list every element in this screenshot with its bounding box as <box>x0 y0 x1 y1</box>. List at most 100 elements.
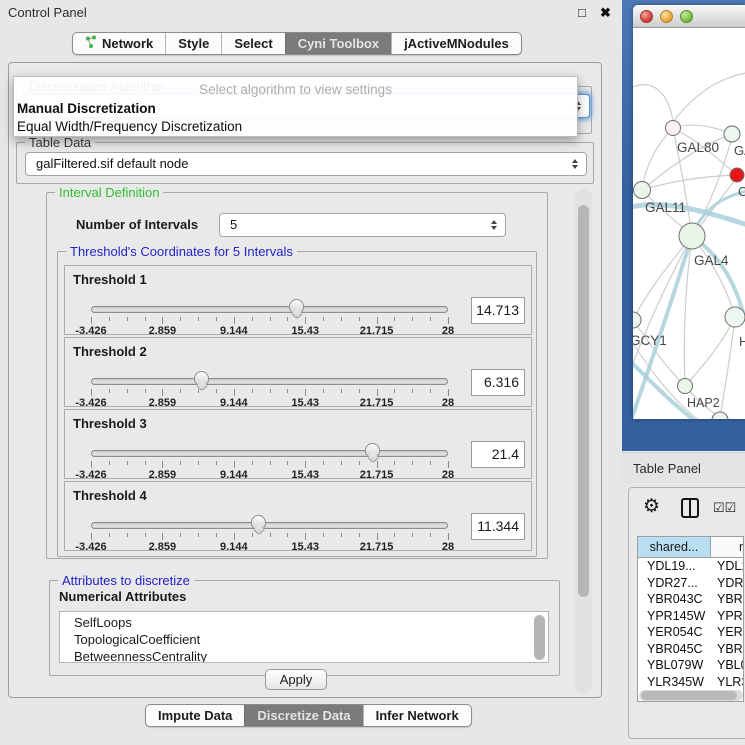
network-canvas[interactable]: GAL80GALCGAL11GAL4GCY1HHAP2 <box>633 28 745 419</box>
table-cell: YBL079W <box>638 657 712 674</box>
tick-mark <box>216 317 217 321</box>
tick-mark <box>287 461 288 465</box>
tab-network[interactable]: Network <box>73 33 165 54</box>
column-header[interactable]: shared... <box>638 537 711 557</box>
threshold-panel: Threshold 1-3.4262.8599.14415.4321.71528… <box>64 265 532 335</box>
close-traffic-light-icon[interactable] <box>640 10 653 23</box>
threshold-slider[interactable]: -3.4262.8599.14415.4321.71528 <box>91 518 448 550</box>
table-row[interactable]: YDR27...YDR2 <box>638 575 744 592</box>
threshold-value-field[interactable]: 21.4 <box>471 441 525 468</box>
tick-mark <box>127 317 128 321</box>
table-cell: YDL19... <box>638 558 712 575</box>
slider-scale-labels: -3.4262.8599.14415.4321.71528 <box>91 325 448 337</box>
network-window-titlebar[interactable] <box>633 5 745 28</box>
scale-label: 21.715 <box>360 469 394 481</box>
tick-mark <box>127 389 128 393</box>
horizontal-scrollbar-thumb[interactable] <box>641 691 737 700</box>
checkboxes-icon[interactable]: ☑☑ <box>713 500 736 516</box>
tick-mark <box>109 389 110 393</box>
table-row[interactable]: YLR345WYLR3 <box>638 674 744 691</box>
list-scrollbar-thumb[interactable] <box>534 615 545 660</box>
scale-label: 15.43 <box>291 325 319 337</box>
table-cell: YBR0 <box>712 591 744 608</box>
tick-mark <box>252 317 253 321</box>
tick-mark <box>430 317 431 321</box>
tab-discretize-data[interactable]: Discretize Data <box>244 705 362 726</box>
table-row[interactable]: YBR043CYBR0 <box>638 591 744 608</box>
threshold-value-field[interactable]: 14.713 <box>471 297 525 324</box>
slider-track[interactable] <box>91 378 448 385</box>
slider-track[interactable] <box>91 522 448 529</box>
table-row[interactable]: YPR145WYPR1 <box>638 608 744 625</box>
slider-ticks <box>91 461 448 469</box>
threshold-slider[interactable]: -3.4262.8599.14415.4321.71528 <box>91 302 448 334</box>
threshold-panel: Threshold 2-3.4262.8599.14415.4321.71528… <box>64 337 532 407</box>
number-of-intervals-spinner[interactable]: 5 <box>219 213 506 237</box>
tick-mark <box>359 461 360 465</box>
tick-mark <box>216 389 217 393</box>
tab-select[interactable]: Select <box>221 33 284 54</box>
slider-ticks <box>91 317 448 325</box>
table-row[interactable]: YBL079WYBL0 <box>638 657 744 674</box>
slider-track[interactable] <box>91 306 448 313</box>
tab-jactivemnodules[interactable]: jActiveMNodules <box>391 33 521 54</box>
tab-cyni-toolbox[interactable]: Cyni Toolbox <box>285 33 391 54</box>
attribute-list-item[interactable]: TopologicalCoefficient <box>60 631 548 648</box>
threshold-value-field[interactable]: 11.344 <box>471 513 525 540</box>
tick-mark <box>377 389 378 396</box>
tick-mark <box>430 389 431 393</box>
tab-label: Discretize Data <box>257 708 350 723</box>
threshold-slider[interactable]: -3.4262.8599.14415.4321.71528 <box>91 446 448 478</box>
tick-mark <box>341 317 342 321</box>
split-columns-icon[interactable] <box>681 498 699 518</box>
tab-style[interactable]: Style <box>165 33 221 54</box>
zoom-traffic-light-icon[interactable] <box>680 10 693 23</box>
table-row[interactable]: YDL19...YDL1 <box>638 558 744 575</box>
tick-mark <box>305 461 306 468</box>
gear-icon[interactable]: ⚙ <box>643 495 660 518</box>
tick-mark <box>162 389 163 396</box>
table-rows: YDL19...YDL1YDR27...YDR2YBR043CYBR0YPR14… <box>638 558 744 690</box>
tick-mark <box>162 317 163 324</box>
horizontal-scrollbar-track[interactable] <box>639 690 743 701</box>
table-row[interactable]: YBR045CYBR0 <box>638 641 744 658</box>
dropdown-item[interactable]: Equal Width/Frequency Discretization <box>17 119 242 134</box>
close-icon[interactable]: ✖ <box>600 5 611 21</box>
tab-infer-network[interactable]: Infer Network <box>363 705 471 726</box>
table-data-combobox[interactable]: galFiltered.sif default node <box>25 152 587 176</box>
attribute-list-item[interactable]: BetweennessCentrality <box>60 648 548 663</box>
attribute-list-item[interactable]: SelfLoops <box>60 614 548 631</box>
scale-label: 21.715 <box>360 397 394 409</box>
group-title: Threshold's Coordinates for 5 Intervals <box>66 244 297 259</box>
tick-mark <box>270 317 271 321</box>
apply-button[interactable]: Apply <box>265 669 327 690</box>
threshold-value-field[interactable]: 6.316 <box>471 369 525 396</box>
tick-mark <box>216 533 217 537</box>
slider-handle[interactable] <box>289 299 304 314</box>
float-window-icon[interactable]: □ <box>578 5 586 20</box>
table-row[interactable]: YER054CYER0 <box>638 624 744 641</box>
slider-handle[interactable] <box>194 371 209 386</box>
threshold-slider[interactable]: -3.4262.8599.14415.4321.71528 <box>91 374 448 406</box>
top-tabbar: NetworkStyleSelectCyni ToolboxjActiveMNo… <box>72 32 522 55</box>
slider-track[interactable] <box>91 450 448 457</box>
table-cell: YDR2 <box>712 575 744 592</box>
slider-handle[interactable] <box>251 515 266 530</box>
table-panel-title: Table Panel <box>633 461 701 476</box>
attributes-list[interactable]: SelfLoopsTopologicalCoefficientBetweenne… <box>59 611 549 663</box>
panel-title: Control Panel <box>8 5 87 20</box>
scale-label: 15.43 <box>291 541 319 553</box>
svg-text:GAL4: GAL4 <box>694 253 729 268</box>
minimize-traffic-light-icon[interactable] <box>660 10 673 23</box>
vertical-scrollbar-thumb[interactable] <box>578 205 589 597</box>
tick-mark <box>394 533 395 537</box>
slider-handle[interactable] <box>365 443 380 458</box>
column-header[interactable]: na <box>711 537 744 557</box>
table-cell: YLR3 <box>712 674 744 691</box>
svg-text:GAL: GAL <box>734 143 745 158</box>
scale-label: -3.426 <box>75 541 106 553</box>
dropdown-item[interactable]: Manual Discretization <box>17 101 156 116</box>
tab-impute-data[interactable]: Impute Data <box>146 705 244 726</box>
scale-label: 2.859 <box>149 469 177 481</box>
tick-mark <box>270 533 271 537</box>
